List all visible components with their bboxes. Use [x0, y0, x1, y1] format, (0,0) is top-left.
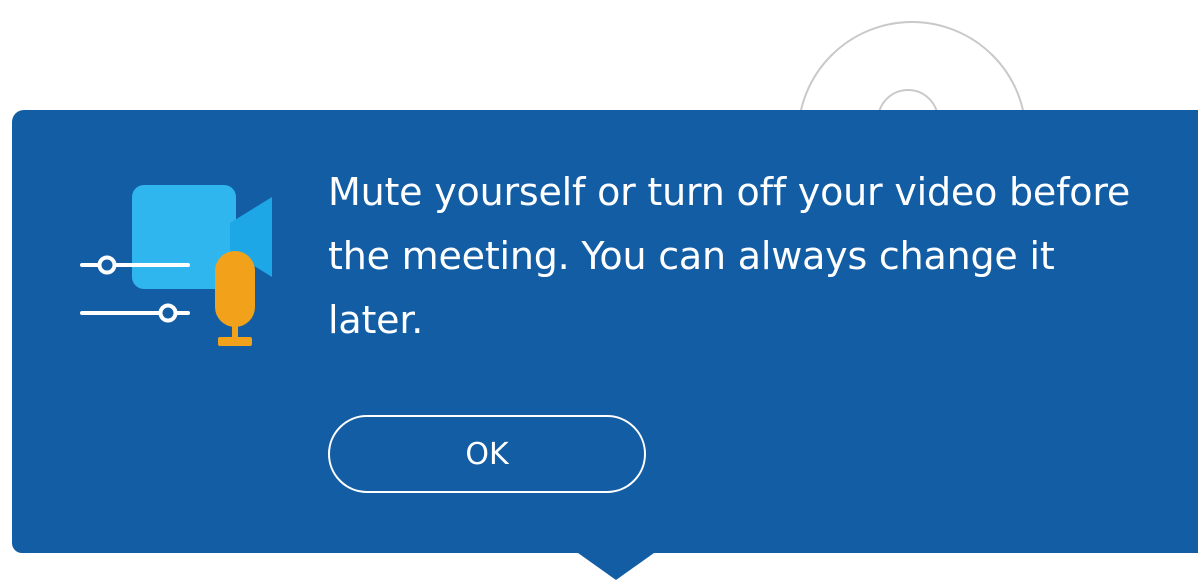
ok-button[interactable]: OK — [328, 415, 646, 493]
meeting-preview-screen: Mute yourself or turn off your video bef… — [0, 0, 1198, 580]
microphone-icon — [215, 251, 255, 327]
tooltip-pointer — [578, 553, 654, 580]
video-audio-settings-icon — [80, 185, 272, 346]
tooltip-message: Mute yourself or turn off your video bef… — [328, 170, 1131, 342]
